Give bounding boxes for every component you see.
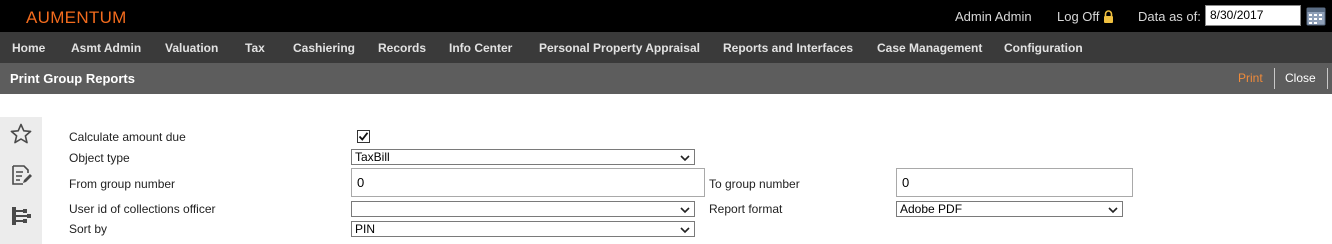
hierarchy-button[interactable] (0, 199, 42, 237)
star-icon (9, 122, 33, 151)
sort-by-value: PIN (355, 222, 376, 236)
edit-document-icon (9, 163, 33, 192)
chevron-down-icon (680, 204, 690, 214)
object-type-label: Object type (69, 151, 130, 165)
report-format-value: Adobe PDF (900, 202, 963, 216)
brand-logo: AUMENTUM (26, 8, 127, 27)
object-type-select[interactable]: TaxBill (351, 149, 695, 165)
main-nav: Home Asmt Admin Valuation Tax Cashiering… (0, 32, 1332, 63)
from-group-number-label: From group number (69, 177, 176, 191)
nav-cashiering[interactable]: Cashiering (293, 41, 355, 55)
top-bar: AUMENTUM Admin Admin Log Off Data as of:… (0, 0, 1332, 32)
collections-officer-select[interactable] (351, 201, 695, 217)
nav-info-center[interactable]: Info Center (449, 41, 512, 55)
chevron-down-icon (680, 152, 690, 162)
logoff-label: Log Off (1057, 9, 1100, 24)
nav-tax[interactable]: Tax (245, 41, 265, 55)
current-user[interactable]: Admin Admin (955, 9, 1032, 24)
sort-by-label: Sort by (69, 222, 108, 236)
toolbar-divider (1327, 68, 1328, 89)
calendar-icon[interactable] (1306, 6, 1326, 26)
page-title: Print Group Reports (10, 71, 135, 86)
to-group-number-label: To group number (709, 177, 800, 191)
calculate-amount-due-checkbox[interactable] (357, 130, 370, 143)
nav-records[interactable]: Records (378, 41, 426, 55)
sort-by-select[interactable]: PIN (351, 221, 695, 237)
report-format-select[interactable]: Adobe PDF (896, 201, 1123, 217)
nav-case-management[interactable]: Case Management (877, 41, 982, 55)
logoff-link[interactable]: Log Off (1057, 9, 1114, 24)
chevron-down-icon (1108, 204, 1118, 214)
nav-reports-and-interfaces[interactable]: Reports and Interfaces (723, 41, 853, 55)
toolbar-divider (1274, 68, 1275, 89)
object-type-value: TaxBill (355, 150, 390, 164)
page-title-bar: Print Group Reports Print Close (0, 63, 1332, 94)
from-group-number-input[interactable]: 0 (351, 168, 705, 197)
nav-home[interactable]: Home (12, 41, 45, 55)
left-sidebar (0, 117, 42, 244)
to-group-number-input[interactable]: 0 (896, 168, 1133, 197)
nav-valuation[interactable]: Valuation (165, 41, 218, 55)
nav-personal-property-appraisal[interactable]: Personal Property Appraisal (539, 41, 700, 55)
hierarchy-icon (9, 204, 33, 233)
calculate-amount-due-label: Calculate amount due (69, 130, 186, 144)
print-button[interactable]: Print (1238, 71, 1263, 85)
data-as-of-label: Data as of: (1138, 9, 1201, 24)
collections-officer-label: User id of collections officer (69, 202, 216, 216)
chevron-down-icon (680, 224, 690, 234)
lock-icon (1103, 10, 1114, 23)
notes-button[interactable] (0, 158, 42, 196)
report-format-label: Report format (709, 202, 783, 216)
close-button[interactable]: Close (1285, 71, 1316, 85)
favorites-button[interactable] (0, 117, 42, 155)
nav-configuration[interactable]: Configuration (1004, 41, 1083, 55)
nav-asmt-admin[interactable]: Asmt Admin (71, 41, 141, 55)
data-as-of-date-input[interactable]: 8/30/2017 (1205, 5, 1301, 26)
